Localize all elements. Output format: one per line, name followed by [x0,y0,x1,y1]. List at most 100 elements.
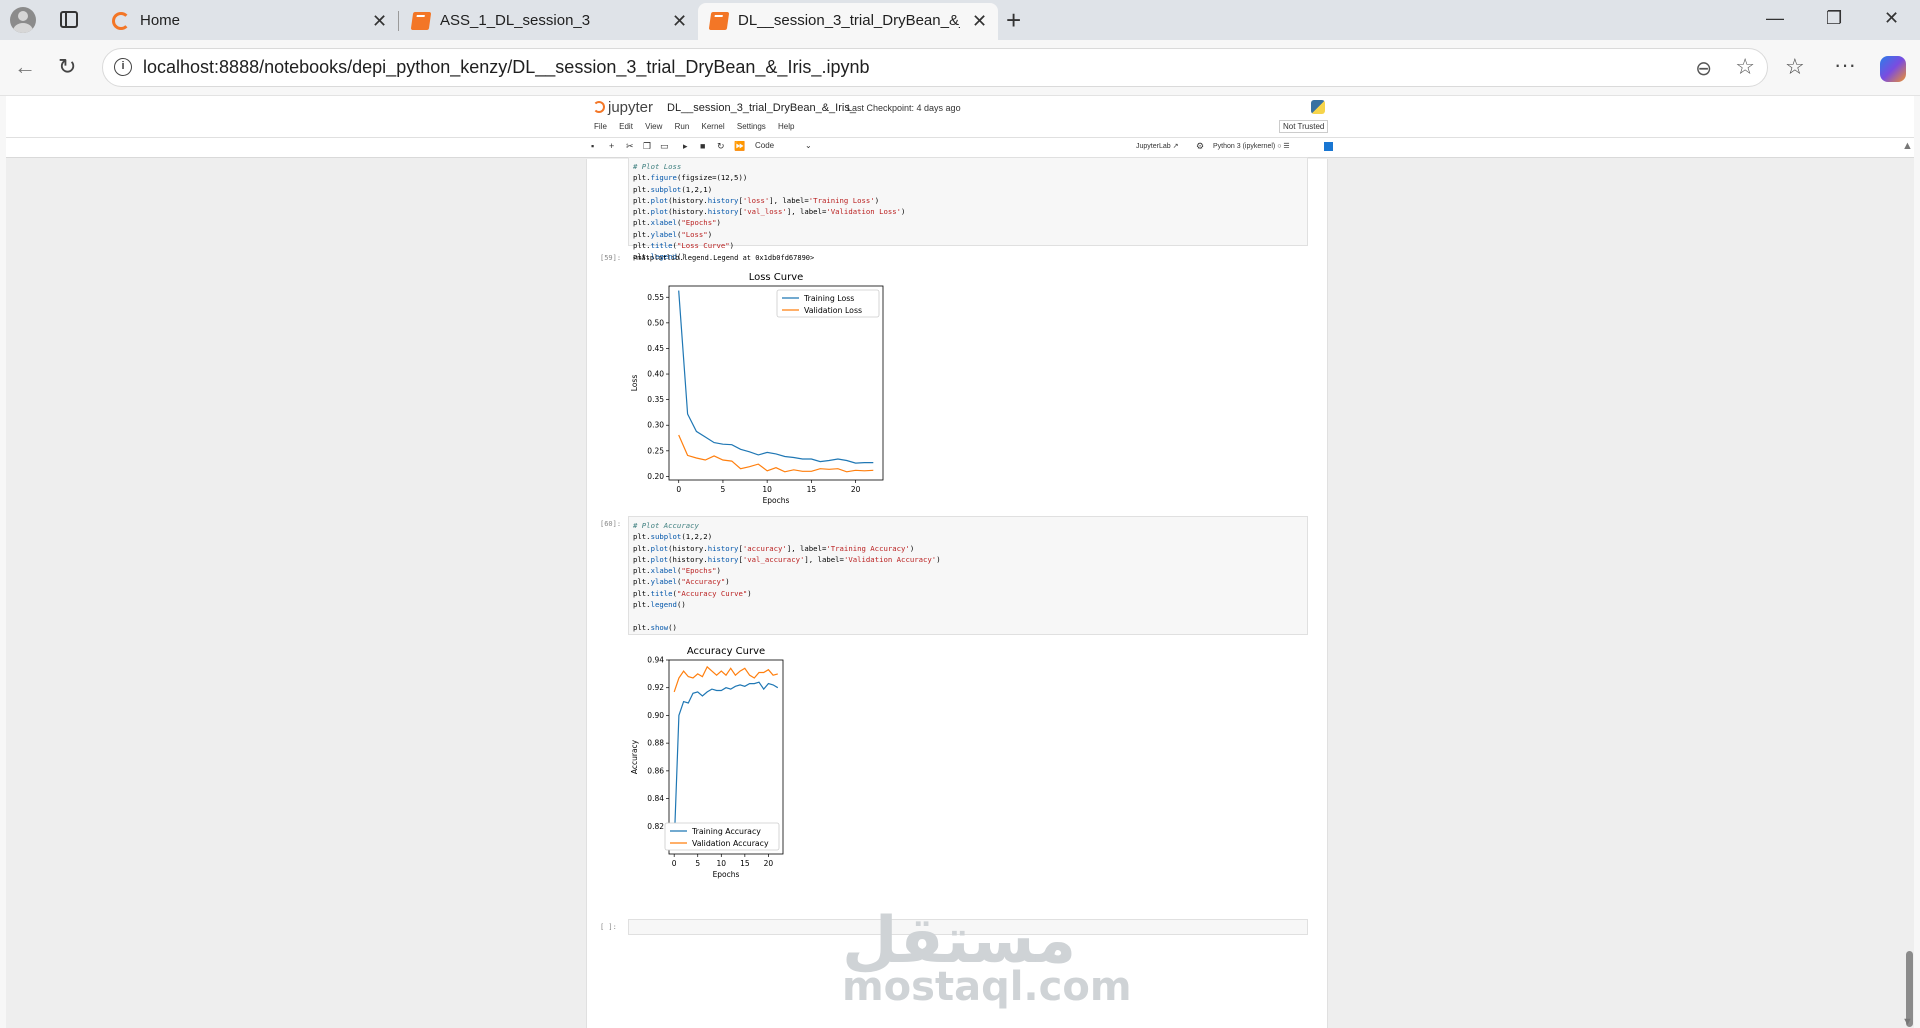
y-tick-label: 0.55 [647,293,664,302]
stop-icon[interactable]: ■ [700,141,705,151]
tab-label: DL__session_3_trial_DryBean_&_Ir [738,12,960,29]
menu-kernel[interactable]: Kernel [702,122,725,131]
chart-title: Accuracy Curve [687,646,765,657]
output-text: <matplotlib.legend.Legend at 0x1db0fd678… [633,254,815,262]
jupyterlab-link[interactable]: JupyterLab ↗ [1136,142,1178,150]
x-tick-label: 15 [807,485,817,494]
close-window-icon[interactable]: ✕ [1884,8,1899,29]
x-tick-label: 20 [851,485,861,494]
tab-divider [398,11,399,31]
url-text[interactable]: localhost:8888/notebooks/depi_python_ken… [143,57,869,78]
profile-avatar-icon[interactable] [10,7,36,33]
legend-label: Training Loss [803,294,854,303]
y-tick-label: 0.20 [647,472,664,481]
x-axis-label: Epochs [713,870,740,879]
external-link-icon: ↗ [1172,143,1179,150]
menu-view[interactable]: View [645,122,662,131]
page-scrollbar[interactable]: ▲ ▼ [1902,140,1914,1028]
cell-type-select[interactable]: Code ⌄ [755,141,812,150]
y-tick-label: 0.30 [647,421,664,430]
tab-dl-session3[interactable]: DL__session_3_trial_DryBean_&_Ir ✕ [698,3,998,40]
checkpoint-status: Last Checkpoint: 4 days ago [847,103,961,113]
y-tick-label: 0.35 [647,395,664,404]
site-info-icon[interactable]: i [114,58,132,76]
favorites-icon[interactable]: ☆ [1785,54,1805,80]
notebook-settings-icon[interactable] [1324,142,1333,151]
output-prompt: [59]: [600,254,622,262]
save-icon[interactable]: ▪ [591,141,594,151]
menu-edit[interactable]: Edit [619,122,633,131]
jupyter-page: jupyter DL__session_3_trial_DryBean_&_Ir… [6,96,1914,1028]
y-axis-label: Accuracy [631,739,639,774]
scroll-down-icon[interactable]: ▼ [1902,1016,1913,1028]
restore-icon[interactable]: ❐ [1826,8,1842,29]
insert-cell-icon[interactable]: + [609,141,614,151]
menu-file[interactable]: File [594,122,607,131]
y-tick-label: 0.86 [647,766,664,775]
loss-curve-chart: Loss Curve 0 5 10 15 20 0.20 0.25 0.30 0.35 0.40 0.… [630,272,884,505]
menu-bar: File Edit View Run Kernel Settings Help [594,122,804,131]
copilot-icon[interactable] [1880,56,1906,82]
jupyter-logo[interactable]: jupyter [593,99,653,116]
close-tab-icon[interactable]: ✕ [672,11,687,32]
jupyter-logo-icon [593,101,605,113]
accuracy-curve-chart: Accuracy Curve 0 5 10 15 20 0.82 0.84 0.86 0.88 0.… [630,646,784,879]
x-tick-label: 10 [717,859,727,868]
more-menu-icon[interactable]: ··· [1834,52,1856,78]
copy-icon[interactable]: ❐ [643,141,651,152]
loss-curve-figure: Loss Curve 0 5 10 15 20 0.20 0.25 0.30 0.35 0.40 0.… [630,269,911,514]
debugger-icon[interactable]: ⚙ [1196,141,1204,152]
y-tick-label: 0.45 [647,344,664,353]
star-icon[interactable]: ☆ [1735,54,1755,80]
menu-help[interactable]: Help [778,122,794,131]
cut-icon[interactable]: ✂ [626,141,634,152]
menu-settings[interactable]: Settings [737,122,766,131]
minimize-icon[interactable]: — [1766,8,1784,29]
reload-icon[interactable]: ↻ [58,54,76,80]
x-tick-label: 5 [695,859,700,868]
notebook-icon [410,12,432,30]
x-tick-label: 20 [764,859,774,868]
tab-home[interactable]: Home ✕ [100,3,396,40]
kernel-idle-icon: ○ [1277,143,1282,150]
cell-type-value: Code [755,141,775,150]
y-tick-label: 0.40 [647,370,664,379]
zoom-out-icon[interactable]: ⊖ [1695,56,1712,81]
paste-icon[interactable]: ▭ [660,141,669,152]
empty-cell-prompt: [ ]: [600,923,617,931]
scroll-up-icon[interactable]: ▲ [1902,140,1913,152]
notebook-name[interactable]: DL__session_3_trial_DryBean_&_Iris_ [667,102,856,114]
x-tick-label: 5 [721,485,726,494]
tab-ass1[interactable]: ASS_1_DL_session_3 ✕ [400,3,696,40]
kernel-status[interactable]: Python 3 (ipykernel) ○ ☰ [1213,142,1290,150]
accuracy-curve-figure: Accuracy Curve 0 5 10 15 20 0.82 0.84 0.86 0.88 0.… [630,643,811,888]
x-tick-label: 10 [762,485,772,494]
url-bar[interactable]: i localhost:8888/notebooks/depi_python_k… [102,48,1768,87]
back-arrow-icon[interactable]: ← [14,54,36,80]
list-icon: ☰ [1283,143,1290,150]
code-cell-plot-accuracy[interactable]: # Plot Accuracy plt.subplot(1,2,2) plt.p… [628,516,1308,635]
y-tick-label: 0.90 [647,711,664,720]
tab-actions-icon[interactable] [60,11,78,28]
y-tick-label: 0.82 [647,822,664,831]
restart-icon[interactable]: ↻ [717,141,725,152]
y-tick-label: 0.84 [647,794,664,803]
y-tick-label: 0.92 [647,683,664,692]
y-tick-label: 0.50 [647,318,664,327]
run-all-icon[interactable]: ⏩ [734,141,745,152]
new-tab-icon[interactable]: + [1006,5,1021,36]
notebook-icon [708,12,730,30]
close-tab-icon[interactable]: ✕ [372,11,387,32]
legend-label: Training Accuracy [691,827,761,836]
menu-run[interactable]: Run [675,122,690,131]
close-tab-icon[interactable]: ✕ [972,11,987,32]
address-toolbar: ← ↻ i localhost:8888/notebooks/depi_pyth… [0,40,1920,96]
chart-title: Loss Curve [749,272,804,283]
run-icon[interactable]: ▸ [683,141,688,152]
jupyter-header: jupyter DL__session_3_trial_DryBean_&_Ir… [6,96,1914,158]
y-tick-label: 0.25 [647,446,664,455]
x-tick-label: 0 [672,859,677,868]
trust-badge[interactable]: Not Trusted [1279,120,1329,133]
jupyter-home-icon [112,12,130,30]
code-cell-plot-loss[interactable]: # Plot Loss plt.figure(figsize=(12,5)) p… [628,157,1308,261]
